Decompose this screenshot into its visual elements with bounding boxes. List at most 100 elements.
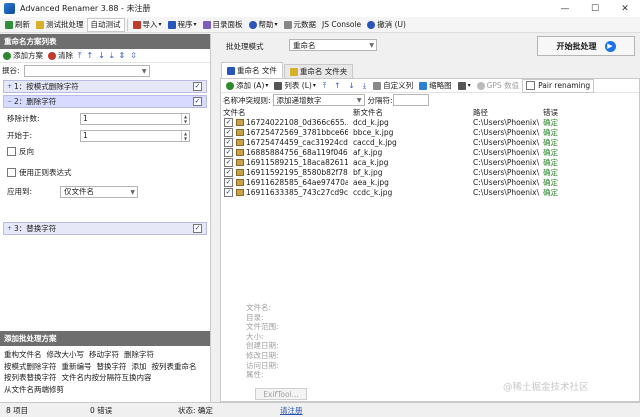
maximize-button[interactable]: ☐ [580, 4, 610, 14]
test-batch-button[interactable]: 测试批处理 [33, 18, 87, 32]
gps-button[interactable]: GPS 数值 [474, 79, 522, 93]
method-link[interactable]: 重构文件名 [4, 350, 42, 359]
rule-item-3[interactable]: + 3：替换字符 ✓ [3, 222, 207, 235]
expand-icon[interactable]: ⇕ [119, 51, 126, 60]
table-row[interactable]: ✓ 16911592195_8580b82f78... bf_k.jpg C:\Use… [221, 167, 639, 177]
table-row[interactable]: ✓ 16724022108_0d366c655... dcd_k.jpg C:\Use… [221, 117, 639, 127]
row-checkbox[interactable]: ✓ [224, 168, 233, 177]
method-link[interactable]: 按模式删除字符 [4, 362, 57, 371]
conflict-select[interactable]: 添加递增数字 ▼ [272, 94, 365, 106]
row-checkbox[interactable]: ✓ [224, 148, 233, 157]
move-bottom-icon[interactable]: ⤓ [110, 51, 114, 61]
conflict-label: 名称冲突规则: [223, 95, 271, 105]
row-checkbox[interactable]: ✓ [224, 118, 233, 127]
reverse-option[interactable]: 反向 [0, 144, 210, 159]
image-file-icon [236, 159, 244, 166]
mode-select[interactable]: ▼ [23, 64, 150, 77]
table-row[interactable]: ✓ 16725472569_3781bbce66... bbce_k.jpg C:\U… [221, 127, 639, 137]
separator-input[interactable] [392, 94, 429, 106]
rule-label: 2：删除字符 [14, 97, 57, 106]
column-header[interactable]: 错误 [540, 107, 610, 118]
method-link[interactable]: 按列表替换字符 [4, 373, 57, 382]
row-checkbox[interactable]: ✓ [224, 188, 233, 197]
method-link[interactable]: 修改大小写 [47, 350, 85, 359]
auto-test-toggle[interactable]: 自动测试 [86, 17, 125, 32]
image-file-icon [236, 189, 244, 196]
move-down-icon[interactable]: ↓ [98, 51, 105, 60]
regex-checkbox[interactable] [7, 168, 16, 177]
tab-rename-files[interactable]: 重命名 文件 [221, 62, 283, 78]
rule-item-2[interactable]: − 2：删除字符 ✓ [3, 95, 207, 108]
remove-count-input[interactable]: 1 ▲ ▼ [80, 112, 190, 125]
table-row[interactable]: ✓ 16725474459_cac31924cd... caccd_k.jpg C:\… [221, 137, 639, 147]
view-button[interactable]: ▾ [455, 79, 474, 93]
batch-mode-select[interactable]: 重命名 ▼ [289, 39, 377, 51]
start-batch-button[interactable]: 开始批处理 ▶ [537, 36, 635, 56]
spin-arrows-icon[interactable]: ▲ ▼ [181, 113, 189, 124]
row-checkbox[interactable]: ✓ [224, 138, 233, 147]
column-header[interactable]: 路径 [470, 107, 540, 118]
move-top-icon[interactable]: ⤒ [78, 51, 82, 61]
undo-button[interactable]: 撤消 (U) [364, 18, 409, 32]
undo-icon [367, 20, 376, 29]
tab-rename-folders[interactable]: 重命名 文件夹 [283, 64, 354, 78]
row-checkbox[interactable]: ✓ [224, 178, 233, 187]
column-header[interactable]: 新文件名 [348, 107, 470, 118]
program-menu[interactable]: 程序 ▾ [165, 18, 200, 32]
method-link[interactable]: 重新编号 [62, 362, 92, 371]
add-method-button[interactable]: 添加方案 [3, 50, 43, 61]
import-menu[interactable]: 导入 ▾ [130, 18, 165, 32]
move-up-icon[interactable]: ↑ [334, 81, 340, 90]
start-at-input[interactable]: 1 ▲ ▼ [80, 129, 190, 142]
table-row[interactable]: ✓ 16911589215_18aca82611... aca_k.jpg C:\Us… [221, 157, 639, 167]
move-bottom-icon[interactable]: ⤓ [363, 81, 366, 91]
rule-item-1[interactable]: + 1：按模式删除字符 ✓ [3, 80, 207, 93]
row-checkbox[interactable]: ✓ [224, 128, 233, 137]
method-link[interactable]: 按列表重命名 [152, 362, 197, 371]
metadata-button[interactable]: 元数据 [281, 18, 320, 32]
js-console-button[interactable]: JS Console [319, 18, 364, 32]
help-menu[interactable]: 帮助 ▾ [246, 18, 281, 32]
method-link[interactable]: 文件名内按分隔符互换内容 [62, 373, 152, 382]
reverse-checkbox[interactable] [7, 147, 16, 156]
method-link[interactable]: 添加 [132, 362, 147, 371]
minimize-button[interactable]: — [550, 4, 580, 14]
info-label: 修改日期: [246, 350, 279, 360]
thumbnails-button[interactable]: 缩略图 [416, 79, 455, 93]
rule-checkbox[interactable]: ✓ [193, 224, 202, 233]
method-link[interactable]: 移动字符 [89, 350, 119, 359]
regex-option[interactable]: 使用正则表达式 [0, 165, 210, 180]
add-files-button[interactable]: 添加 (A) ▾ [223, 79, 271, 93]
view-icon [457, 81, 466, 90]
method-link[interactable]: 替换字符 [97, 362, 127, 371]
spin-arrows-icon[interactable]: ▲ ▼ [181, 130, 189, 141]
method-link[interactable]: 从文件名两端修剪 [4, 385, 64, 394]
close-button[interactable]: ✕ [610, 4, 640, 14]
clear-button[interactable]: 清除 [48, 50, 73, 61]
dir-panel-button[interactable]: 目录面板 [200, 18, 246, 32]
move-down-icon[interactable]: ↓ [348, 81, 354, 90]
custom-columns-button[interactable]: 自定义列 [370, 79, 416, 93]
table-row[interactable]: ✓ 16911628585_64ae97470a... aea_k.jpg C:\Us… [221, 177, 639, 187]
rule-checkbox[interactable]: ✓ [193, 82, 202, 91]
watermark: @稀土掘金技术社区 [503, 382, 589, 393]
register-link[interactable]: 请注册 [280, 405, 303, 416]
refresh-button[interactable]: 刷新 [2, 18, 33, 32]
collapse-icon[interactable]: ⇳ [130, 51, 137, 60]
table-row[interactable]: ✓ 16885884756_68a119f046... af_k.jpg C:\Use… [221, 147, 639, 157]
move-top-icon[interactable]: ⤒ [323, 81, 326, 91]
files-area: 添加 (A) ▾ 列表 (L) ▾ ⤒ ↑ ↓ ⤓ 自定义列 缩略图 ▾ GPS 数… [220, 78, 640, 402]
chevron-down-icon: ▾ [265, 82, 269, 89]
pair-renaming-checkbox[interactable] [526, 81, 536, 90]
column-header[interactable]: 文件名 [221, 107, 348, 118]
row-checkbox[interactable]: ✓ [224, 158, 233, 167]
rule-checkbox[interactable]: ✓ [193, 97, 202, 106]
list-button[interactable]: 列表 (L) ▾ [271, 79, 318, 93]
files-toolbar: 添加 (A) ▾ 列表 (L) ▾ ⤒ ↑ ↓ ⤓ 自定义列 缩略图 ▾ GPS 数… [221, 78, 639, 93]
table-row[interactable]: ✓ 16911633385_743c27cd9c... ccdc_k.jpg C:\U… [221, 187, 639, 197]
pair-renaming-toggle[interactable]: Pair renaming [522, 78, 595, 93]
method-link[interactable]: 删除字符 [124, 350, 154, 359]
exiftool-button[interactable]: ExifTool... [255, 388, 307, 400]
apply-to-select[interactable]: 仅文件名 ▼ [60, 185, 139, 198]
move-up-icon[interactable]: ↑ [87, 51, 94, 60]
